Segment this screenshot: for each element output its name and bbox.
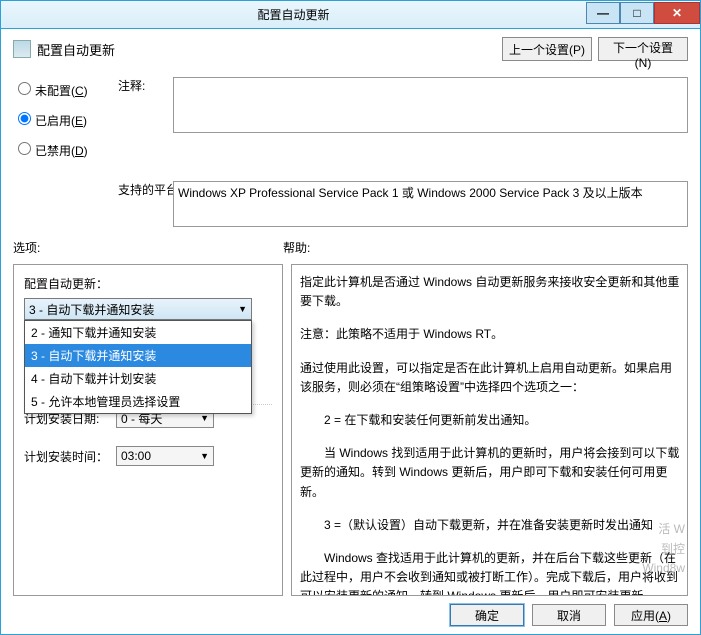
maximize-button[interactable]: □ xyxy=(620,2,654,24)
help-text: 2 = 在下载和安装任何更新前发出通知。 xyxy=(300,411,683,430)
dropdown-option-5[interactable]: 5 - 允许本地管理员选择设置 xyxy=(25,390,251,413)
help-text: 指定此计算机是否通过 Windows 自动更新服务来接收安全更新和其他重要下载。 xyxy=(300,273,683,311)
chevron-down-icon: ▼ xyxy=(200,413,209,423)
config-update-dropdown[interactable]: 2 - 通知下载并通知安装 3 - 自动下载并通知安装 4 - 自动下载并计划安… xyxy=(24,320,252,414)
radio-disabled[interactable]: 已禁用(D) xyxy=(13,139,118,159)
help-text: Windows 查找适用于此计算机的更新，并在后台下载这些更新（在此过程中，用户… xyxy=(300,549,683,596)
header-row: 配置自动更新 上一个设置(P) 下一个设置(N) xyxy=(13,37,688,61)
dropdown-option-4[interactable]: 4 - 自动下载并计划安装 xyxy=(25,367,251,390)
titlebar[interactable]: 配置自动更新 — □ ✕ xyxy=(1,1,700,29)
previous-setting-button[interactable]: 上一个设置(P) xyxy=(502,37,592,61)
radio-enabled-input[interactable] xyxy=(18,112,31,125)
schedule-time-combobox[interactable]: 03:00▼ xyxy=(116,446,214,466)
note-label: 注释: xyxy=(118,77,173,94)
config-update-label: 配置自动更新： xyxy=(24,275,272,292)
cancel-button[interactable]: 取消 xyxy=(532,604,606,626)
apply-button[interactable]: 应用(A) xyxy=(614,604,688,626)
radio-not-configured[interactable]: 未配置(C) xyxy=(13,79,118,99)
window-title: 配置自动更新 xyxy=(1,6,586,23)
minimize-button[interactable]: — xyxy=(586,2,620,24)
note-textarea[interactable] xyxy=(173,77,688,133)
settings-icon xyxy=(13,40,31,58)
help-text: 3 =（默认设置）自动下载更新，并在准备安装更新时发出通知 xyxy=(300,516,683,535)
chevron-down-icon: ▼ xyxy=(200,451,209,461)
dropdown-option-2[interactable]: 2 - 通知下载并通知安装 xyxy=(25,321,251,344)
content-area: 配置自动更新 上一个设置(P) 下一个设置(N) 未配置(C) 已启用(E) 已… xyxy=(1,29,700,256)
dialog-window: 配置自动更新 — □ ✕ 配置自动更新 上一个设置(P) 下一个设置(N) 未配… xyxy=(0,0,701,635)
platform-text[interactable]: Windows XP Professional Service Pack 1 或… xyxy=(173,181,688,227)
help-text: 注意：此策略不适用于 Windows RT。 xyxy=(300,325,683,344)
radio-not-configured-input[interactable] xyxy=(18,82,31,95)
next-setting-button[interactable]: 下一个设置(N) xyxy=(598,37,688,61)
help-text: 通过使用此设置，可以指定是否在此计算机上启用自动更新。如果启用该服务，则必须在“… xyxy=(300,359,683,397)
page-title: 配置自动更新 xyxy=(37,40,496,59)
close-button[interactable]: ✕ xyxy=(654,2,700,24)
schedule-time-row: 计划安装时间： 03:00▼ xyxy=(24,446,272,466)
radio-disabled-input[interactable] xyxy=(18,142,31,155)
radio-enabled[interactable]: 已启用(E) xyxy=(13,109,118,129)
state-row: 未配置(C) 已启用(E) 已禁用(D) 注释: xyxy=(13,77,688,177)
footer: 确定 取消 应用(A) xyxy=(1,596,700,634)
config-update-combobox[interactable]: 3 - 自动下载并通知安装 ▼ xyxy=(24,298,252,320)
help-header: 帮助: xyxy=(283,239,310,256)
window-controls: — □ ✕ xyxy=(586,5,700,24)
config-combo-wrap: 3 - 自动下载并通知安装 ▼ 2 - 通知下载并通知安装 3 - 自动下载并通… xyxy=(24,298,272,320)
state-radio-group: 未配置(C) 已启用(E) 已禁用(D) xyxy=(13,77,118,169)
panels: 配置自动更新： 3 - 自动下载并通知安装 ▼ 2 - 通知下载并通知安装 3 … xyxy=(1,264,700,596)
options-pane: 配置自动更新： 3 - 自动下载并通知安装 ▼ 2 - 通知下载并通知安装 3 … xyxy=(13,264,283,596)
section-headers: 选项: 帮助: xyxy=(13,239,688,256)
help-text: 当 Windows 找到适用于此计算机的更新时，用户将会接到可以下载更新的通知。… xyxy=(300,444,683,502)
chevron-down-icon: ▼ xyxy=(238,304,247,314)
platform-row: 支持的平台: Windows XP Professional Service P… xyxy=(13,181,688,227)
combo-selected-value: 3 - 自动下载并通知安装 xyxy=(29,301,154,318)
dropdown-option-3[interactable]: 3 - 自动下载并通知安装 xyxy=(25,344,251,367)
options-header: 选项: xyxy=(13,239,283,256)
schedule-time-label: 计划安装时间： xyxy=(24,448,108,465)
ok-button[interactable]: 确定 xyxy=(450,604,524,626)
platform-label: 支持的平台: xyxy=(118,181,173,198)
help-pane[interactable]: 指定此计算机是否通过 Windows 自动更新服务来接收安全更新和其他重要下载。… xyxy=(291,264,688,596)
